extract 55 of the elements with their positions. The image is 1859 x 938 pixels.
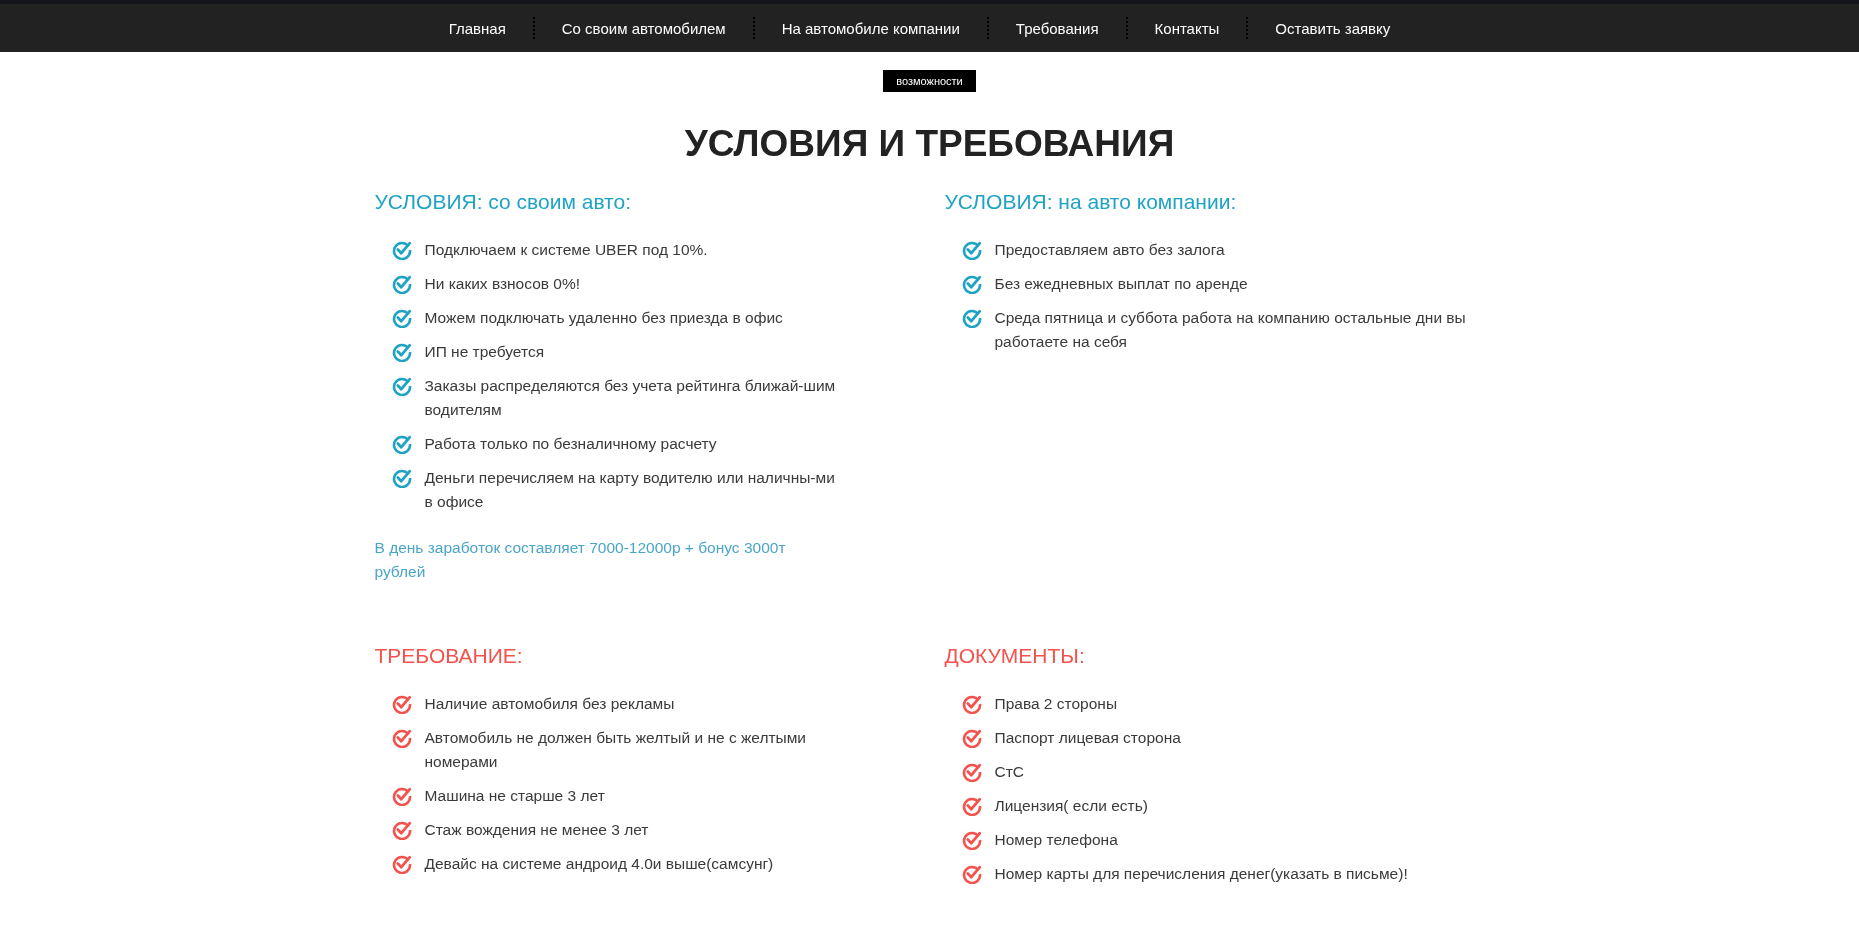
check-circle-icon <box>391 376 412 396</box>
check-circle-icon <box>391 854 412 874</box>
nav-link[interactable]: На автомобиле компании <box>754 19 987 37</box>
check-circle-icon <box>391 786 412 806</box>
check-circle-icon <box>391 728 412 748</box>
list-item-text: Предоставляем авто без залога <box>994 240 1225 260</box>
check-circle-icon <box>391 342 412 362</box>
check-circle-icon <box>391 468 412 488</box>
list-item-text: Номер карты для перечисления денег(указать в письме)! <box>994 864 1408 884</box>
list-item-text: Автомобиль не должен быть желтый и не с желтыми номерами <box>424 728 808 772</box>
check-circle-icon <box>961 796 982 816</box>
check-circle-icon <box>391 694 412 714</box>
nav-link[interactable]: Требования <box>988 19 1126 37</box>
check-circle-icon <box>961 694 982 714</box>
list-item-text: Среда пятница и суббота работа на компанию остальные дни вы работаете на себя <box>994 308 1467 352</box>
earnings-note: В день заработок составляет 7000-12000р + бонус 3000т рублей <box>374 538 787 582</box>
list-item-text: СтС <box>994 762 1024 782</box>
check-circle-icon <box>961 308 982 328</box>
list-item-text: ИП не требуется <box>424 342 545 362</box>
section-heading: УСЛОВИЯ: со своим авто: <box>374 189 632 215</box>
list-item-text: Лицензия( если есть) <box>994 796 1148 816</box>
list-item-text: Наличие автомобиля без рекламы <box>424 694 675 714</box>
list-item-text: Без ежедневных выплат по аренде <box>994 274 1248 294</box>
section-heading: ТРЕБОВАНИЕ: <box>374 643 524 669</box>
list-item-text: Номер телефона <box>994 830 1118 850</box>
list-item-text: Стаж вождения не менее 3 лет <box>424 820 649 840</box>
list-item-text: Подключаем к системе UBER под 10%. <box>424 240 708 260</box>
list-item-text: Девайс на системе андроид 4.0и выше(самсунг) <box>424 854 774 874</box>
check-circle-icon <box>961 762 982 782</box>
list-item-text: Права 2 стороны <box>994 694 1118 714</box>
list-item-text: Заказы распределяются без учета рейтинга ближай-шим водителям <box>424 376 837 420</box>
check-circle-icon <box>391 308 412 328</box>
check-circle-icon <box>961 728 982 748</box>
section-label: возможности <box>883 70 976 92</box>
check-circle-icon <box>961 274 982 294</box>
check-circle-icon <box>391 274 412 294</box>
list-item-text: Работа только по безналичному расчету <box>424 434 717 454</box>
nav-link[interactable]: Оставить заявку <box>1248 19 1418 37</box>
check-circle-icon <box>961 864 982 884</box>
section-heading: УСЛОВИЯ: на авто компании: <box>944 189 1238 215</box>
list-item-text: Паспорт лицевая сторона <box>994 728 1181 748</box>
list-item-text: Ни каких взносов 0%! <box>424 274 581 294</box>
nav-link[interactable]: Со своим автомобилем <box>534 19 753 37</box>
nav-link[interactable]: Главная <box>421 19 533 37</box>
check-circle-icon <box>391 434 412 454</box>
nav-link[interactable]: Контакты <box>1127 19 1247 37</box>
page-title: УСЛОВИЯ И ТРЕБОВАНИЯ <box>684 122 1175 166</box>
list-item-text: Деньги перечисляем на карту водителю или наличны-ми в офисе <box>424 468 836 512</box>
check-circle-icon <box>391 820 412 840</box>
check-circle-icon <box>391 240 412 260</box>
check-circle-icon <box>961 240 982 260</box>
section-heading: ДОКУМЕНТЫ: <box>944 643 1086 669</box>
list-item-text: Машина не старше 3 лет <box>424 786 605 806</box>
check-circle-icon <box>961 830 982 850</box>
list-item-text: Можем подключать удаленно без приезда в офис <box>424 308 783 328</box>
